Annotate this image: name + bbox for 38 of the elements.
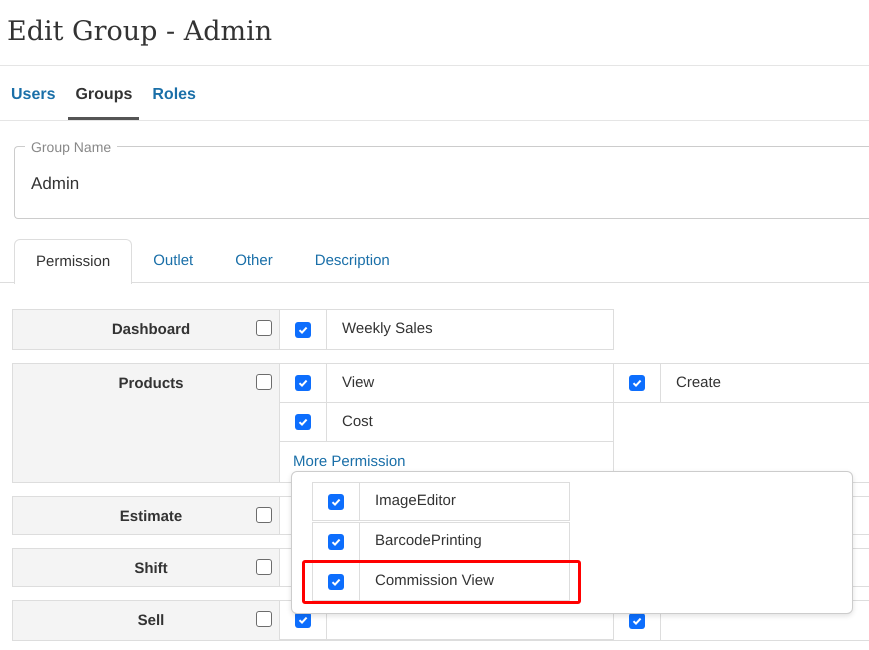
checkbox[interactable] xyxy=(328,534,344,550)
nav-tab[interactable]: Groups xyxy=(68,65,140,120)
module-name: Products xyxy=(117,374,184,394)
checkbox[interactable] xyxy=(256,320,272,336)
check-icon xyxy=(297,614,309,626)
permission-label: ImageEditor xyxy=(375,491,456,512)
module-name: Dashboard xyxy=(110,320,192,340)
checkbox[interactable] xyxy=(256,374,272,390)
checkbox[interactable] xyxy=(295,375,311,391)
module-name: Estimate xyxy=(118,507,184,527)
nav-tab[interactable]: Roles xyxy=(145,65,203,120)
module-name: Shift xyxy=(133,559,169,579)
more-permission-link[interactable]: More Permission xyxy=(293,450,406,474)
checkbox[interactable] xyxy=(256,611,272,627)
checkbox[interactable] xyxy=(256,559,272,575)
permission-label: BarcodePrinting xyxy=(375,531,482,552)
tab[interactable]: Permission xyxy=(14,239,132,284)
permission-label: Weekly Sales xyxy=(342,319,433,340)
permission-label: Create xyxy=(676,372,722,393)
field-value: Admin xyxy=(31,172,80,195)
check-icon xyxy=(297,377,309,389)
checkbox[interactable] xyxy=(256,507,272,523)
permission-label: Cost xyxy=(342,412,373,432)
checkbox[interactable] xyxy=(328,574,344,590)
page-title: Edit Group - Admin xyxy=(7,15,272,50)
tab[interactable]: Description xyxy=(294,239,411,284)
permission-label: Commission View xyxy=(375,571,494,592)
checkbox[interactable] xyxy=(629,375,645,391)
check-icon xyxy=(631,377,643,389)
tab[interactable]: Other xyxy=(214,239,294,284)
check-icon xyxy=(297,416,309,428)
checkbox[interactable] xyxy=(295,322,311,338)
module-name: Sell xyxy=(136,611,166,631)
checkbox[interactable] xyxy=(328,494,344,510)
nav-tab[interactable]: Users xyxy=(4,65,62,120)
tab[interactable]: Outlet xyxy=(132,239,214,284)
permission-label: View xyxy=(342,372,374,393)
checkbox[interactable] xyxy=(295,414,311,430)
